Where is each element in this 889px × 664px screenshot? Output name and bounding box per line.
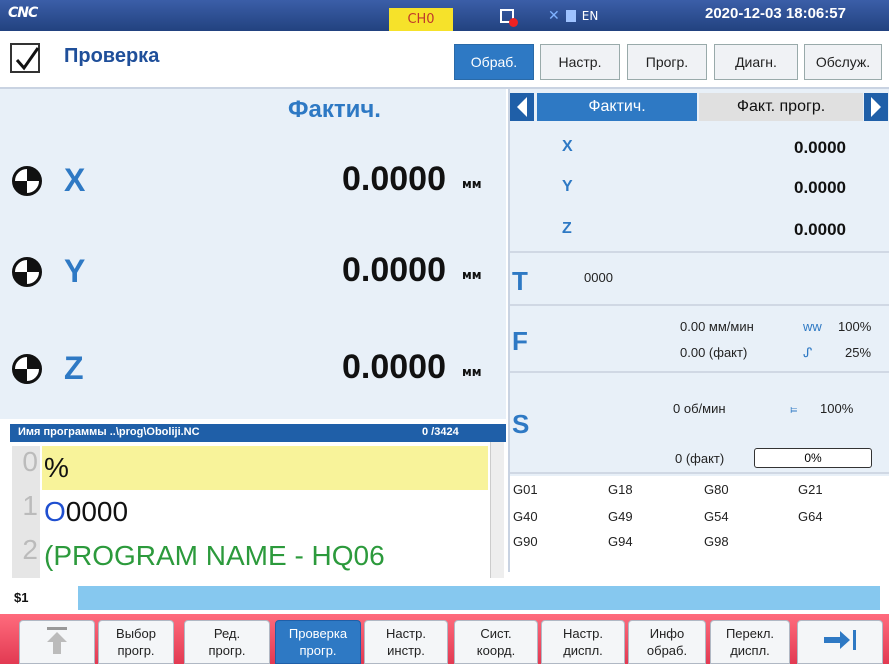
program-position: 0 /3424	[422, 426, 459, 438]
page-title: Проверка	[64, 45, 160, 67]
up-arrow-icon	[47, 627, 67, 654]
divider	[510, 371, 889, 373]
gcode: G80	[704, 482, 729, 497]
tab-settings[interactable]: Настр.	[540, 44, 620, 80]
spindle-load-bar: 0%	[754, 448, 872, 468]
feed-override-icon: ᴡᴡ	[803, 319, 822, 334]
select-program-button[interactable]: Выбор прогр.	[98, 620, 174, 664]
program-line-prefix: O	[44, 496, 66, 527]
program-line[interactable]: O0000	[42, 490, 488, 534]
axis-x-label: X	[64, 162, 86, 198]
gcode: G21	[798, 482, 823, 497]
axis-x-unit: мм	[462, 177, 482, 191]
divider	[510, 472, 889, 474]
gcode: G64	[798, 509, 823, 524]
feed-value: 0.00 мм/мин	[680, 319, 754, 334]
network-icon	[500, 9, 518, 27]
line-number: 2	[12, 534, 40, 578]
check-program-button[interactable]: Проверка прогр.	[275, 620, 361, 664]
right-axis-x-value: 0.0000	[794, 138, 846, 157]
keyboard-icon	[565, 10, 576, 22]
next-arrow-icon[interactable]	[864, 93, 888, 121]
right-axis-x: X	[562, 138, 573, 155]
close-x-icon: ✕	[548, 8, 560, 24]
program-name: Имя программы ..\prog\Oboliji.NC	[18, 426, 200, 438]
axis-y-value: 0.0000	[342, 251, 446, 289]
spindle-speed: 0 об/мин	[673, 401, 726, 416]
tab-actual[interactable]: Фактич.	[537, 93, 697, 121]
gcode: G90	[513, 534, 538, 549]
spindle-override-icon: ⫢	[790, 401, 798, 416]
axis-y-label: Y	[64, 253, 86, 289]
divider	[510, 251, 889, 253]
axis-x-value: 0.0000	[342, 160, 446, 198]
prev-arrow-icon[interactable]	[510, 93, 534, 121]
tab-maintenance[interactable]: Обслуж.	[804, 44, 882, 80]
gcode: G49	[608, 509, 633, 524]
tool-value: 0000	[584, 270, 613, 285]
spindle-actual: 0 (факт)	[675, 451, 725, 466]
feed-actual: 0.00 (факт)	[680, 345, 748, 360]
coord-system-button[interactable]: Сист. коорд.	[454, 620, 538, 664]
gcode: G01	[513, 482, 538, 497]
next-page-button[interactable]	[797, 620, 883, 664]
check-icon	[10, 43, 40, 73]
axis-y-icon	[12, 257, 42, 287]
rapid-override-icon: ᔑ	[803, 345, 813, 360]
command-channel-label: $1	[14, 590, 29, 605]
cnc-logo: CNC	[8, 5, 38, 21]
right-axis-y-value: 0.0000	[794, 178, 846, 197]
program-line-text: 0000	[65, 496, 129, 527]
line-number: 1	[12, 490, 40, 534]
gcode: G18	[608, 482, 633, 497]
spindle-override: 100%	[820, 401, 854, 416]
axis-x-icon	[12, 166, 42, 196]
tool-setup-button[interactable]: Настр. инстр.	[364, 620, 448, 664]
axis-z-icon	[12, 354, 42, 384]
right-axis-y: Y	[562, 178, 573, 195]
feed-override: 100%	[838, 319, 872, 334]
tool-label: T	[512, 266, 528, 296]
axis-z-label: Z	[64, 350, 84, 386]
program-line-current[interactable]: %	[42, 446, 488, 490]
tab-processing[interactable]: Обраб.	[454, 44, 534, 80]
gcode: G40	[513, 509, 538, 524]
datetime: 2020-12-03 18:06:57	[705, 5, 846, 22]
program-header: Имя программы ..\prog\Oboliji.NC 0 /3424	[10, 424, 506, 442]
right-axis-z: Z	[562, 220, 572, 237]
command-input[interactable]	[78, 586, 880, 610]
axis-z-value: 0.0000	[342, 348, 446, 386]
gcode: G54	[704, 509, 729, 524]
program-scrollbar[interactable]	[490, 442, 504, 578]
feed-label: F	[512, 326, 528, 356]
gcode: G94	[608, 534, 633, 549]
tab-programs[interactable]: Прогр.	[627, 44, 707, 80]
gcode-panel	[510, 476, 889, 572]
switch-display-button[interactable]: Перекл. диспл.	[710, 620, 790, 664]
spindle-label: S	[512, 409, 530, 439]
gcode: G98	[704, 534, 729, 549]
position-heading: Фактич.	[288, 96, 381, 123]
display-setup-button[interactable]: Настр. диспл.	[541, 620, 625, 664]
line-number: 0	[12, 446, 40, 490]
tab-diagnostics[interactable]: Диагн.	[714, 44, 798, 80]
language-indicator: EN	[581, 9, 599, 23]
edit-program-button[interactable]: Ред. прогр.	[184, 620, 270, 664]
axis-y-unit: мм	[462, 268, 482, 282]
right-axis-z-value: 0.0000	[794, 220, 846, 239]
channel-indicator: CH0	[389, 8, 453, 31]
rapid-override: 25%	[845, 345, 872, 360]
status-icons: ✕ EN	[500, 6, 599, 27]
divider	[510, 304, 889, 306]
program-line[interactable]: (PROGRAM NAME - HQ06	[42, 534, 488, 578]
back-up-button[interactable]	[19, 620, 95, 664]
axis-z-unit: мм	[462, 365, 482, 379]
tab-actual-program[interactable]: Факт. прогр.	[699, 93, 863, 121]
processing-info-button[interactable]: Инфо обраб.	[628, 620, 706, 664]
next-page-icon	[824, 630, 856, 650]
